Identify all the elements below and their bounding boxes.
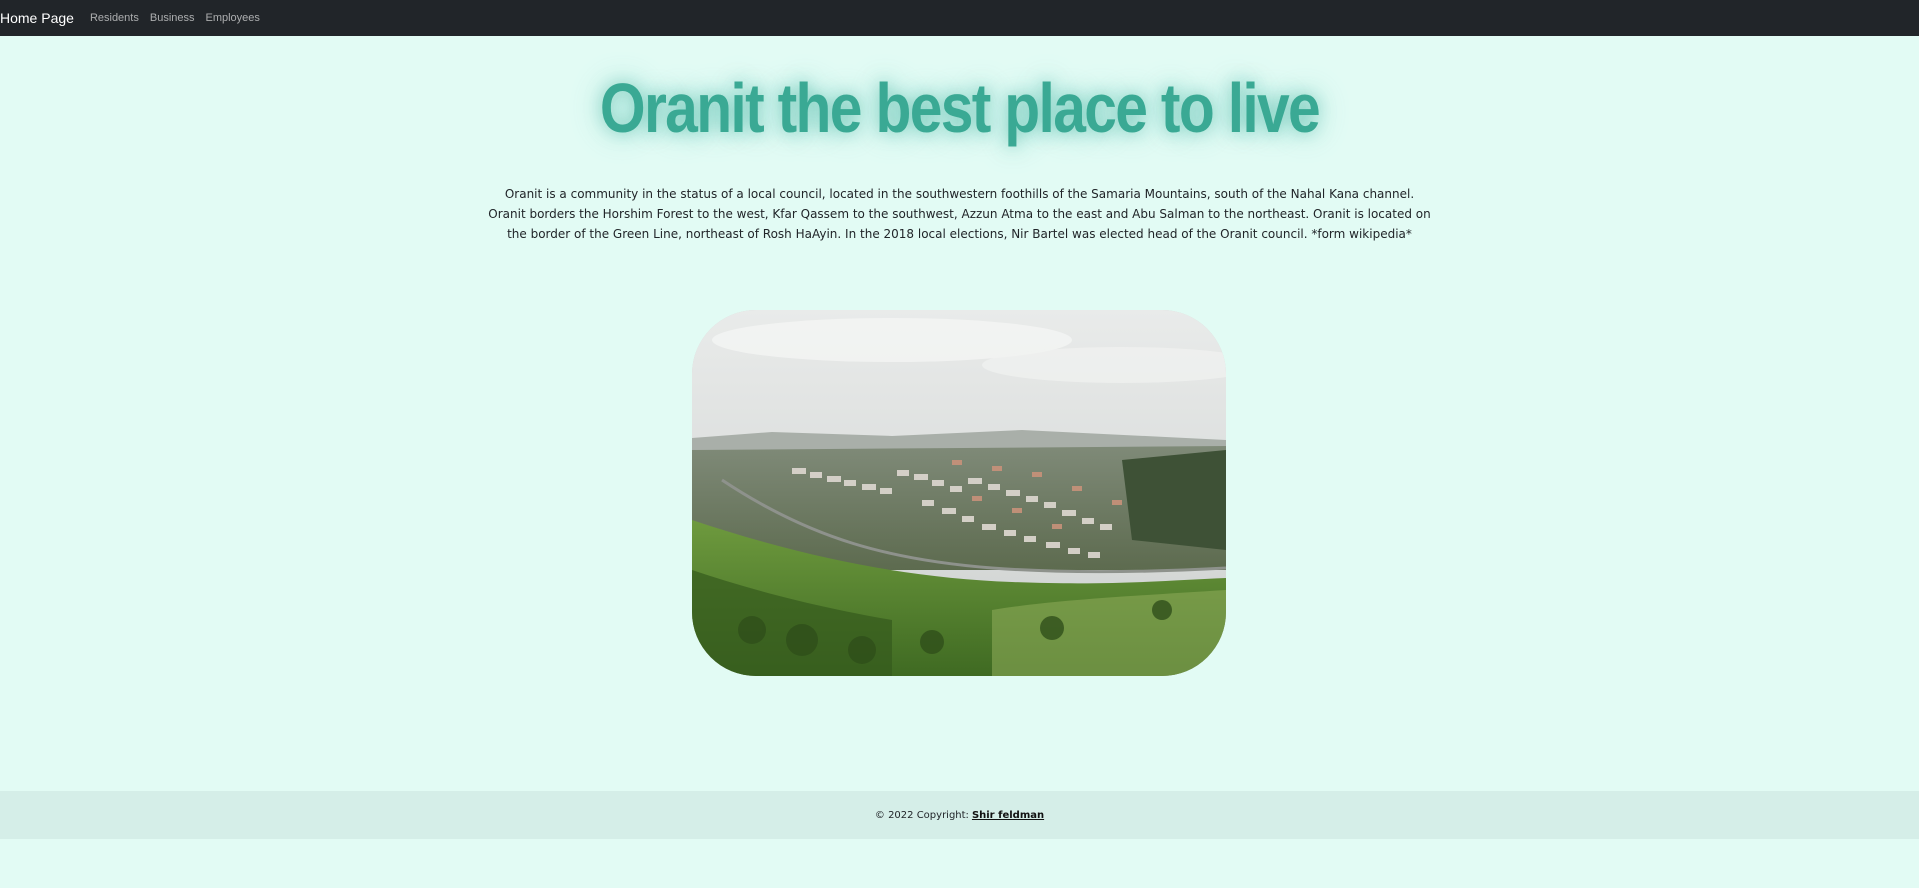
- intro-paragraph: Oranit is a community in the status of a…: [488, 187, 1431, 241]
- brand-home-link[interactable]: Home Page: [0, 10, 74, 26]
- top-navbar: Home Page Residents Business Employees: [0, 0, 1919, 36]
- nav-link-employees[interactable]: Employees: [206, 12, 260, 24]
- page-title: Oranit the best place to live: [599, 69, 1321, 147]
- nav-link-residents[interactable]: Residents: [90, 12, 139, 24]
- nav-link-business[interactable]: Business: [150, 12, 195, 24]
- oranit-landscape-photo: [692, 310, 1226, 676]
- page-footer: © 2022 Copyright: Shir feldman: [0, 791, 1919, 839]
- landscape-illustration: [692, 310, 1226, 676]
- copyright-text: © 2022 Copyright:: [874, 809, 969, 821]
- author-link[interactable]: Shir feldman: [972, 810, 1044, 821]
